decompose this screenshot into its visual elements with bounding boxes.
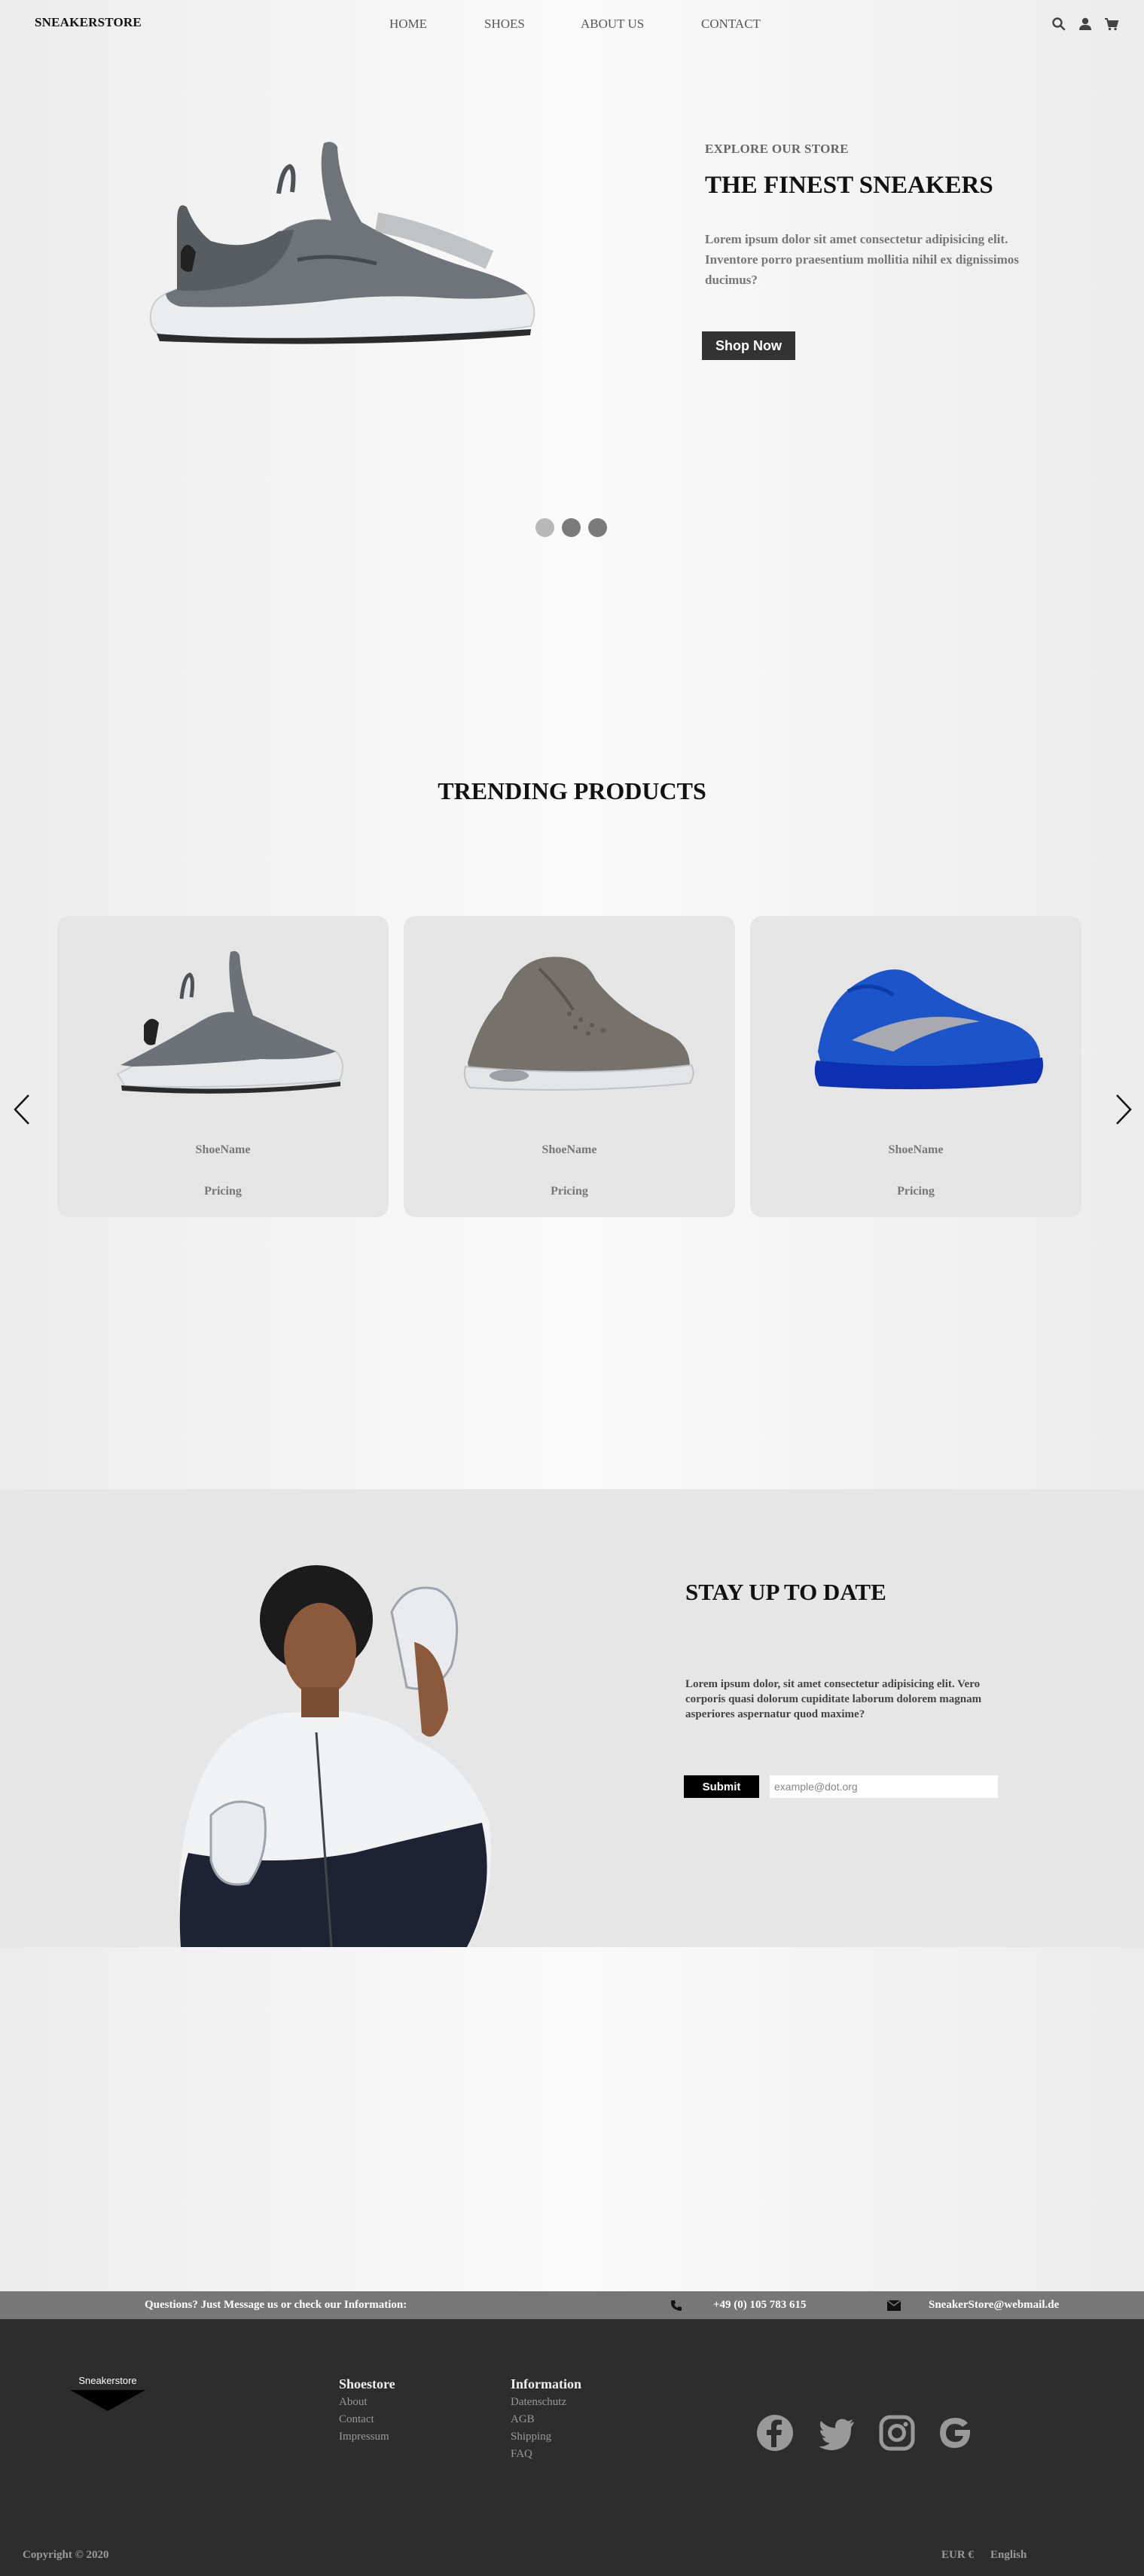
model-photo (178, 1565, 491, 1947)
carousel-dot-2[interactable] (562, 518, 581, 537)
product-name: ShoeName (888, 1143, 944, 1156)
product-card[interactable]: ShoeName Pricing (404, 916, 735, 1217)
site-footer: Sneakerstore Shoestore About Contact Imp… (0, 2319, 1144, 2576)
footer-link-contact[interactable]: Contact (339, 2413, 374, 2426)
product-card[interactable]: ShoeName Pricing (750, 916, 1081, 1217)
envelope-icon (887, 2300, 901, 2311)
hero-eyebrow: EXPLORE OUR STORE (705, 142, 849, 156)
instagram-icon[interactable] (878, 2414, 916, 2452)
submit-button[interactable]: Submit (684, 1775, 759, 1798)
facebook-icon[interactable] (756, 2414, 794, 2452)
product-image-3 (814, 969, 1043, 1090)
product-card[interactable]: ShoeName Pricing (57, 916, 389, 1217)
email-input[interactable] (770, 1775, 998, 1798)
carousel-next-arrow[interactable] (1112, 1092, 1135, 1127)
currency-selector[interactable]: EUR € (941, 2549, 974, 2562)
footer-link-datenschutz[interactable]: Datenschutz (511, 2396, 566, 2409)
carousel-prev-arrow[interactable] (11, 1092, 33, 1127)
contact-bar: Questions? Just Message us or check our … (0, 2291, 1144, 2319)
footer-logo[interactable]: Sneakerstore (68, 2373, 148, 2416)
newsletter-description: Lorem ipsum dolor, sit amet consectetur … (685, 1678, 982, 1720)
footer-col-information-title: Information (511, 2376, 581, 2391)
contact-message: Questions? Just Message us or check our … (145, 2299, 407, 2311)
footer-link-about[interactable]: About (339, 2396, 368, 2409)
footer-link-impressum[interactable]: Impressum (339, 2431, 389, 2443)
nav-shoes[interactable]: SHOES (484, 17, 525, 32)
copyright: Copyright © 2020 (23, 2549, 109, 2561)
product-name: ShoeName (541, 1143, 597, 1156)
product-image-2 (463, 957, 694, 1091)
product-price: Pricing (897, 1185, 935, 1198)
product-price: Pricing (204, 1185, 242, 1198)
product-name: ShoeName (195, 1143, 251, 1156)
hero-sneaker-image (149, 142, 535, 344)
shop-now-button[interactable]: Shop Now (702, 331, 795, 360)
svg-text:Sneakerstore: Sneakerstore (78, 2375, 136, 2386)
phone-icon (671, 2300, 682, 2311)
contact-phone[interactable]: +49 (0) 105 783 615 (713, 2299, 807, 2312)
product-price: Pricing (551, 1185, 588, 1198)
main-nav: HOME SHOES ABOUT US CONTACT (0, 17, 1144, 35)
product-image-1 (116, 951, 343, 1094)
user-icon[interactable] (1078, 17, 1093, 32)
twitter-icon[interactable] (818, 2414, 856, 2452)
cart-icon[interactable] (1104, 17, 1119, 32)
language-selector[interactable]: English (990, 2549, 1027, 2562)
carousel-dot-3[interactable] (588, 518, 607, 537)
nav-home[interactable]: HOME (389, 17, 427, 32)
footer-link-faq[interactable]: FAQ (511, 2448, 532, 2461)
hero-title: THE FINEST SNEAKERS (705, 172, 993, 199)
nav-contact[interactable]: CONTACT (701, 17, 761, 32)
google-icon[interactable] (936, 2414, 974, 2452)
nav-about-us[interactable]: ABOUT US (581, 17, 644, 32)
newsletter-title: STAY UP TO DATE (685, 1579, 886, 1605)
footer-link-agb[interactable]: AGB (511, 2413, 535, 2426)
footer-col-shoestore-title: Shoestore (339, 2376, 395, 2391)
footer-link-shipping[interactable]: Shipping (511, 2431, 551, 2443)
search-icon[interactable] (1051, 17, 1066, 32)
contact-email[interactable]: SneakerStore@webmail.de (929, 2299, 1059, 2312)
carousel-dot-1[interactable] (535, 518, 554, 537)
trending-title: TRENDING PRODUCTS (438, 777, 706, 804)
hero-description: Lorem ipsum dolor sit amet consectetur a… (705, 232, 1019, 287)
